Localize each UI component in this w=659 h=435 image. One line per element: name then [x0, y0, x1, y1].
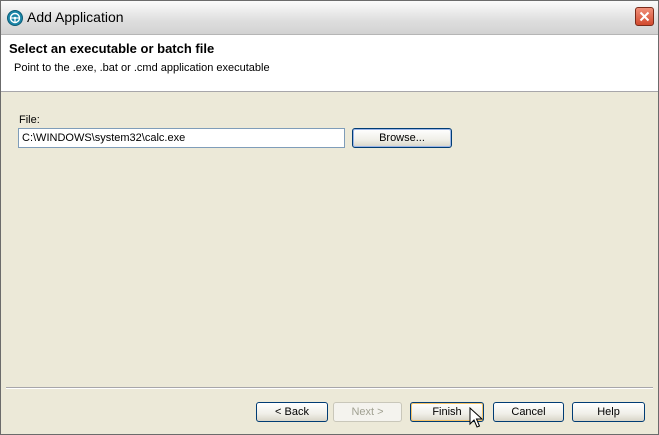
add-application-dialog: Add Application Select an executable or … [0, 0, 659, 435]
window-title: Add Application [27, 9, 124, 25]
mouse-cursor-icon [469, 407, 483, 428]
next-button[interactable]: Next > [333, 402, 402, 422]
back-button[interactable]: < Back [256, 402, 328, 422]
help-button[interactable]: Help [572, 402, 645, 422]
page-title: Select an executable or batch file [9, 41, 215, 56]
steering-wheel-icon [7, 10, 23, 26]
cancel-button[interactable]: Cancel [493, 402, 564, 422]
title-bar[interactable]: Add Application [1, 1, 658, 35]
browse-button[interactable]: Browse... [352, 128, 452, 148]
page-description: Point to the .exe, .bat or .cmd applicat… [14, 62, 270, 74]
wizard-body: File: Browse... [1, 92, 658, 385]
wizard-header: Select an executable or batch file Point… [1, 35, 658, 92]
file-path-input[interactable] [18, 128, 345, 148]
close-icon [639, 11, 650, 22]
file-label: File: [19, 114, 40, 126]
footer-separator [6, 387, 653, 389]
close-button[interactable] [635, 7, 654, 26]
